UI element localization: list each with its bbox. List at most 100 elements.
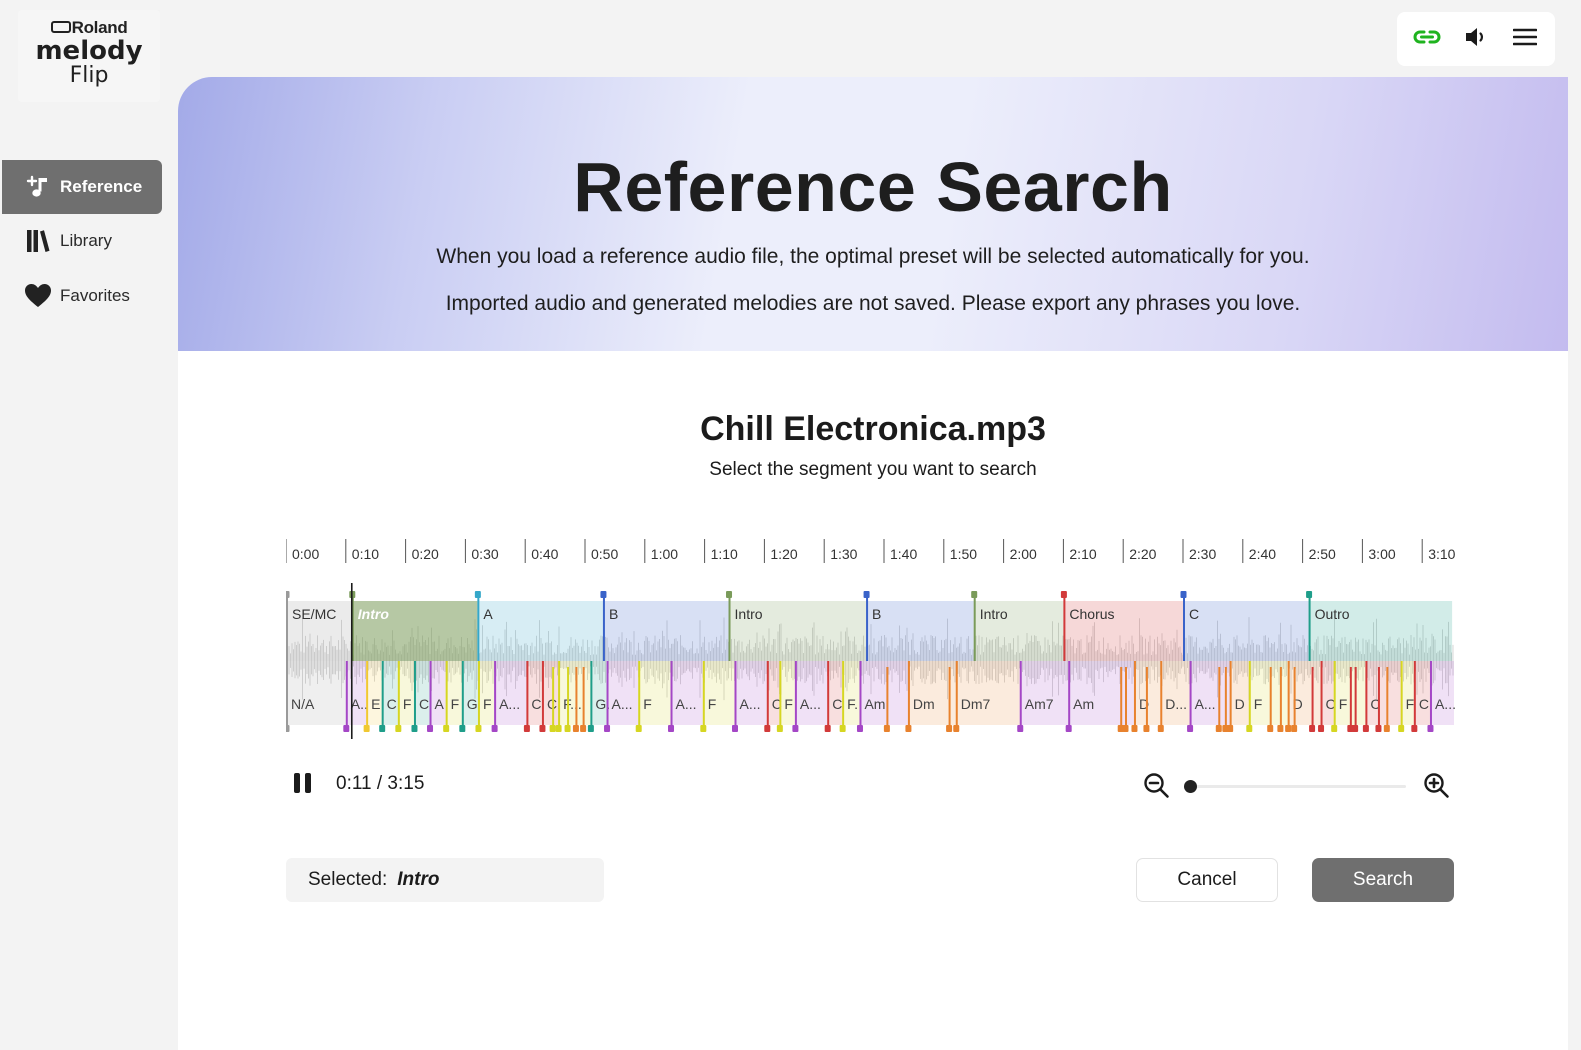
chord-handle[interactable]: [1362, 725, 1369, 732]
chord-block[interactable]: [842, 661, 860, 725]
chord-handle[interactable]: [1277, 725, 1284, 732]
section-handle[interactable]: [286, 591, 290, 598]
chord-block[interactable]: [794, 661, 828, 725]
chord-handle[interactable]: [443, 725, 450, 732]
chord-track[interactable]: N/AA..ECFCAFGFA...CC.F...G.A...FA...FA..…: [286, 661, 1456, 732]
section-block[interactable]: [602, 601, 729, 661]
chord-block[interactable]: [345, 661, 367, 725]
chord-block[interactable]: [429, 661, 446, 725]
chord-handle[interactable]: [555, 725, 562, 732]
section-handle[interactable]: [863, 591, 870, 598]
section-handle[interactable]: [1060, 591, 1067, 598]
chord-block[interactable]: [1019, 661, 1069, 725]
chord-handle[interactable]: [1157, 725, 1164, 732]
chord-handle[interactable]: [839, 725, 846, 732]
chord-handle[interactable]: [491, 725, 498, 732]
chord-handle[interactable]: [1291, 725, 1298, 732]
chord-handle[interactable]: [824, 725, 831, 732]
section-handle[interactable]: [474, 591, 481, 598]
chord-handle[interactable]: [1318, 725, 1325, 732]
chord-block[interactable]: [827, 661, 843, 725]
chord-handle[interactable]: [1285, 725, 1292, 732]
section-track[interactable]: SE/MC Intro A B Intro B Intro Chorus C Outro: [286, 591, 1453, 661]
timeline-waveform[interactable]: 0:00 0:10 0:20 0:30 0:40 0:50 1:00 1:10 1:20 1:30…: [286, 539, 1456, 749]
chord-block[interactable]: [1287, 661, 1321, 725]
chord-block[interactable]: [1365, 661, 1401, 725]
section-handle[interactable]: [1306, 591, 1313, 598]
chord-handle[interactable]: [1427, 725, 1434, 732]
chord-block[interactable]: [734, 661, 767, 725]
chord-block[interactable]: [1429, 661, 1454, 725]
chord-block[interactable]: [955, 661, 1020, 725]
chord-handle[interactable]: [523, 725, 530, 732]
pause-button[interactable]: [292, 771, 316, 797]
chord-handle[interactable]: [564, 725, 571, 732]
chord-handle[interactable]: [411, 725, 418, 732]
chord-block[interactable]: [779, 661, 795, 725]
chord-handle[interactable]: [953, 725, 960, 732]
chord-handle[interactable]: [883, 725, 890, 732]
zoom-slider[interactable]: [1184, 780, 1406, 793]
sidebar-item-library[interactable]: Library: [2, 214, 162, 268]
chord-handle[interactable]: [1143, 725, 1150, 732]
chord-handle[interactable]: [1122, 725, 1129, 732]
chord-handle[interactable]: [587, 725, 594, 732]
chord-block[interactable]: [702, 661, 735, 725]
chord-handle[interactable]: [475, 725, 482, 732]
chord-block[interactable]: [670, 661, 703, 725]
chord-handle[interactable]: [635, 725, 642, 732]
chord-block[interactable]: [558, 661, 591, 725]
chord-handle[interactable]: [1383, 725, 1390, 732]
chord-handle[interactable]: [1017, 725, 1024, 732]
chord-handle[interactable]: [363, 725, 370, 732]
chord-handle[interactable]: [764, 725, 771, 732]
chord-block[interactable]: [1160, 661, 1190, 725]
chord-block[interactable]: [606, 661, 639, 725]
cancel-button[interactable]: Cancel: [1136, 858, 1278, 902]
chord-handle[interactable]: [1267, 725, 1274, 732]
chord-block[interactable]: [477, 661, 495, 725]
chord-handle[interactable]: [1411, 725, 1418, 732]
chord-handle[interactable]: [1222, 725, 1229, 732]
chord-handle[interactable]: [905, 725, 912, 732]
chord-block[interactable]: [413, 661, 430, 725]
chord-handle[interactable]: [572, 725, 579, 732]
chord-handle[interactable]: [379, 725, 386, 732]
volume-button[interactable]: [1456, 19, 1496, 59]
chord-handle[interactable]: [732, 725, 738, 732]
chord-handle[interactable]: [792, 725, 799, 732]
chord-handle[interactable]: [1246, 725, 1253, 732]
chord-block[interactable]: [590, 661, 607, 725]
chord-handle[interactable]: [1309, 725, 1316, 732]
section-block[interactable]: [866, 601, 974, 661]
chord-handle[interactable]: [700, 725, 707, 732]
chord-handle[interactable]: [668, 725, 675, 732]
chord-block[interactable]: [366, 661, 382, 725]
chord-block[interactable]: [1229, 661, 1249, 725]
zoom-in-button[interactable]: [1422, 771, 1452, 801]
chord-handle[interactable]: [286, 725, 290, 732]
chord-handle[interactable]: [776, 725, 783, 732]
chord-handle[interactable]: [343, 725, 350, 732]
chord-handle[interactable]: [427, 725, 434, 732]
menu-button[interactable]: [1505, 19, 1545, 59]
chord-block[interactable]: [638, 661, 671, 725]
chord-block[interactable]: [286, 661, 346, 725]
chord-handle[interactable]: [1187, 725, 1194, 732]
chord-handle[interactable]: [1375, 725, 1382, 732]
section-handle[interactable]: [971, 591, 978, 598]
chord-handle[interactable]: [946, 725, 953, 732]
chord-handle[interactable]: [549, 725, 556, 732]
chord-block[interactable]: [541, 661, 559, 725]
chord-handle[interactable]: [539, 725, 546, 732]
search-button[interactable]: Search: [1312, 858, 1454, 902]
chord-block[interactable]: [1189, 661, 1230, 725]
sidebar-item-reference[interactable]: Reference: [2, 160, 162, 214]
chord-block[interactable]: [1333, 661, 1366, 725]
section-block[interactable]: [477, 601, 603, 661]
chord-block[interactable]: [526, 661, 542, 725]
chord-block[interactable]: [859, 661, 908, 725]
chord-block[interactable]: [494, 661, 527, 725]
section-block[interactable]: [1183, 601, 1309, 661]
section-handle[interactable]: [726, 591, 733, 598]
